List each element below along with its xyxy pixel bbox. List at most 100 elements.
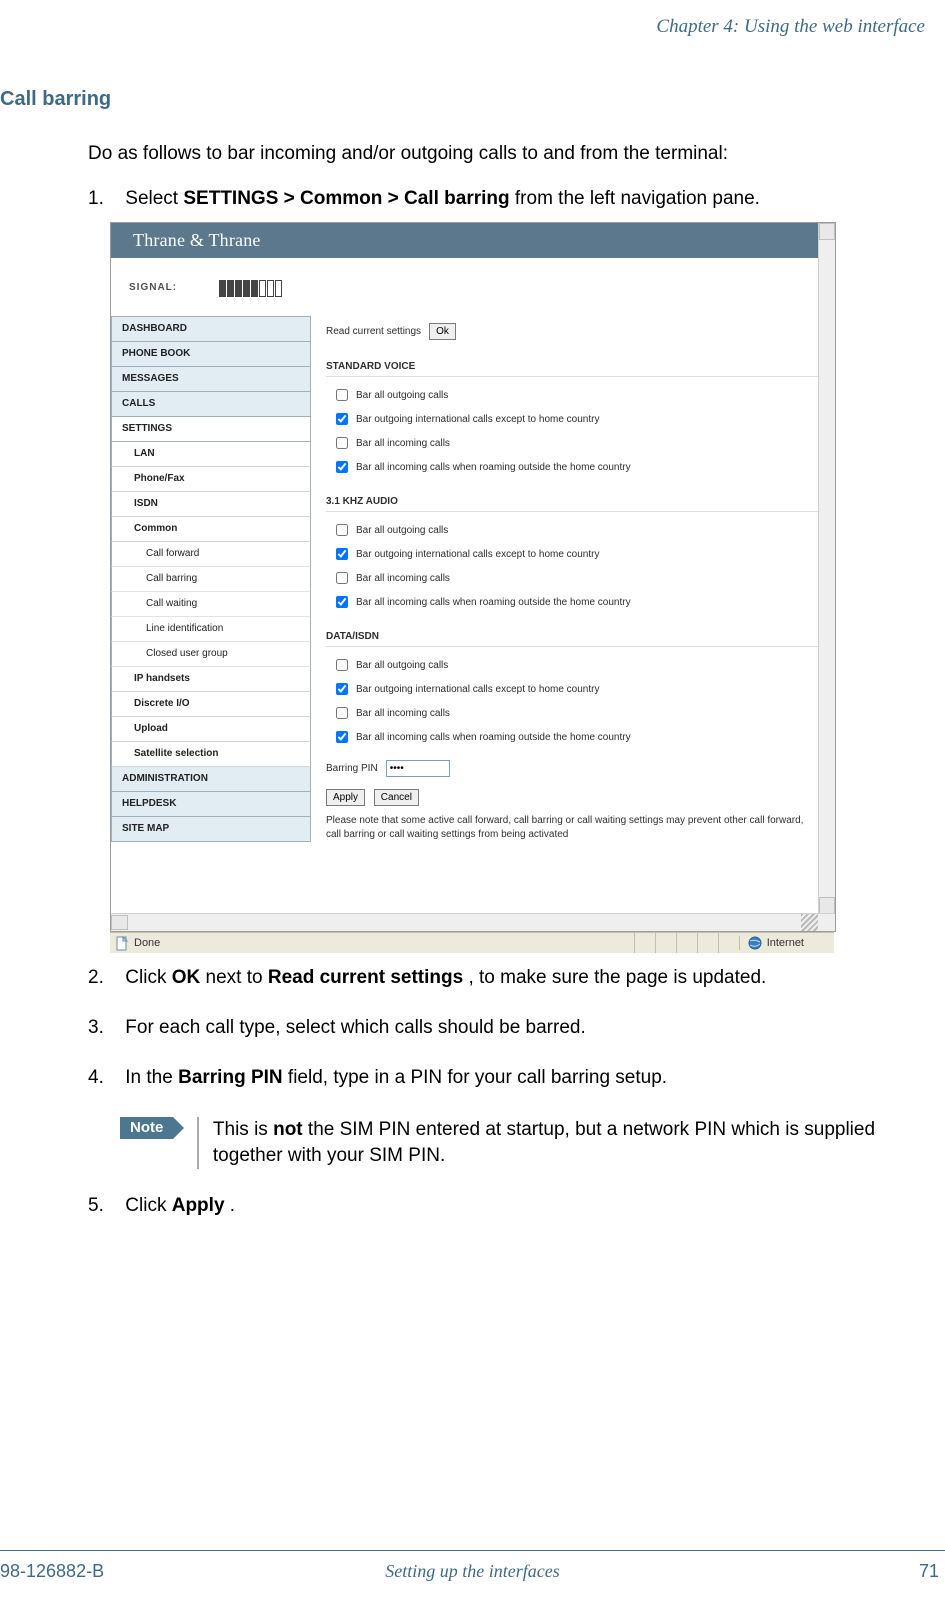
status-zone: Internet [767,937,804,949]
nav-call-barring[interactable]: Call barring [111,567,311,592]
sv-bar-incoming[interactable] [336,437,348,449]
settings-pane: Read current settings Ok STANDARD VOICE … [326,318,818,899]
scroll-down-button[interactable] [819,897,835,914]
sv-bar-intl[interactable] [336,413,348,425]
signal-row: SIGNAL: [111,278,818,302]
nav-calls[interactable]: CALLS [111,392,311,417]
nav-satellite-selection[interactable]: Satellite selection [111,742,311,767]
status-done: Done [134,937,160,949]
browser-statusbar: Done Internet [110,932,834,953]
di-bar-outgoing[interactable] [336,659,348,671]
signal-bar-icon [251,280,258,297]
pane-note: Please note that some active call forwar… [326,814,818,842]
step-1-pre: Select [125,188,183,209]
section-audio: 3.1 KHZ AUDIO [326,493,818,512]
step-5-apply: Apply [172,1195,225,1216]
di-bar-incoming[interactable] [336,707,348,719]
di-bar-intl[interactable] [336,683,348,695]
signal-label: SIGNAL: [129,282,177,293]
step-2: 2. Click OK next to Read current setting… [88,967,919,989]
nav-administration[interactable]: ADMINISTRATION [111,767,311,792]
au-bar-intl-label: Bar outgoing international calls except … [356,549,599,560]
nav-isdn[interactable]: ISDN [111,492,311,517]
nav-upload[interactable]: Upload [111,717,311,742]
note-badge: Note [120,1117,173,1139]
step-1-number: 1. [88,188,120,210]
read-current-label: Read current settings [326,326,421,337]
step-2-pre: Click [125,967,171,988]
step-1: 1. Select SETTINGS > Common > Call barri… [88,188,919,210]
section-standard-voice: STANDARD VOICE [326,358,818,377]
au-bar-intl[interactable] [336,548,348,560]
nav-phonefax[interactable]: Phone/Fax [111,467,311,492]
scroll-up-button[interactable] [819,223,835,240]
nav-messages[interactable]: MESSAGES [111,367,311,392]
sv-bar-outgoing-label: Bar all outgoing calls [356,390,448,401]
step-2-read: Read current settings [268,967,463,988]
apply-button[interactable]: Apply [326,789,365,806]
ok-button[interactable]: Ok [429,323,456,340]
step-4-field: Barring PIN [178,1067,283,1088]
signal-bar-icon [259,280,266,297]
vertical-scrollbar[interactable] [818,223,835,914]
nav-line-identification[interactable]: Line identification [111,617,311,642]
step-4-number: 4. [88,1067,120,1089]
nav-ip-handsets[interactable]: IP handsets [111,667,311,692]
nav-discrete-io[interactable]: Discrete I/O [111,692,311,717]
di-bar-roaming-label: Bar all incoming calls when roaming outs… [356,732,631,743]
nav-closed-user-group[interactable]: Closed user group [111,642,311,667]
nav-dashboard[interactable]: DASHBOARD [111,316,311,342]
sv-bar-roaming[interactable] [336,461,348,473]
intro-text: Do as follows to bar incoming and/or out… [88,140,919,168]
step-5: 5. Click Apply . [88,1195,919,1217]
signal-bar-icon [235,280,242,297]
di-bar-intl-label: Bar outgoing international calls except … [356,684,599,695]
sv-bar-intl-label: Bar outgoing international calls except … [356,414,599,425]
au-bar-incoming-label: Bar all incoming calls [356,573,450,584]
left-nav: DASHBOARD PHONE BOOK MESSAGES CALLS SETT… [111,316,311,842]
note-box: Note This is not the SIM PIN entered at … [120,1117,919,1169]
signal-bar-icon [275,280,282,297]
nav-phonebook[interactable]: PHONE BOOK [111,342,311,367]
au-bar-outgoing[interactable] [336,524,348,536]
step-4-pre: In the [125,1067,178,1088]
nav-common[interactable]: Common [111,517,311,542]
au-bar-roaming[interactable] [336,596,348,608]
step-3-number: 3. [88,1017,120,1039]
nav-call-waiting[interactable]: Call waiting [111,592,311,617]
nav-helpdesk[interactable]: HELPDESK [111,792,311,817]
barring-pin-label: Barring PIN [326,763,378,774]
di-bar-roaming[interactable] [336,731,348,743]
cancel-button[interactable]: Cancel [374,789,419,806]
step-1-path: SETTINGS > Common > Call barring [183,188,509,209]
nav-lan[interactable]: LAN [111,442,311,467]
scroll-left-button[interactable] [111,915,128,930]
nav-sitemap[interactable]: SITE MAP [111,817,311,842]
nav-call-forward[interactable]: Call forward [111,542,311,567]
step-5-pre: Click [125,1195,171,1216]
signal-bar-icon [243,280,250,297]
step-2-ok: OK [172,967,201,988]
au-bar-incoming[interactable] [336,572,348,584]
sv-bar-incoming-label: Bar all incoming calls [356,438,450,449]
note-post: the SIM PIN entered at startup, but a ne… [213,1119,875,1166]
barring-pin-input[interactable] [386,760,450,777]
sv-bar-roaming-label: Bar all incoming calls when roaming outs… [356,462,631,473]
footer-page: 71 [919,1561,939,1582]
resize-grip-icon[interactable] [801,914,818,931]
step-1-post: from the left navigation pane. [515,188,760,209]
step-4: 4. In the Barring PIN field, type in a P… [88,1067,919,1089]
footer-section: Setting up the interfaces [0,1561,945,1582]
footer-docnum: 98-126882-B [0,1561,104,1582]
nav-settings[interactable]: SETTINGS [111,417,311,442]
horizontal-scrollbar[interactable] [111,913,835,931]
brand-logo: Thrane & Thrane [111,223,818,258]
app-topbar: Thrane & Thrane [111,223,818,258]
screenshot: Thrane & Thrane SIGNAL: DASHBOARD PHONE … [110,222,834,942]
au-bar-outgoing-label: Bar all outgoing calls [356,525,448,536]
au-bar-roaming-label: Bar all incoming calls when roaming outs… [356,597,631,608]
note-pre: This is [213,1119,273,1140]
note-bold: not [273,1119,303,1140]
sv-bar-outgoing[interactable] [336,389,348,401]
step-4-post: field, type in a PIN for your call barri… [288,1067,667,1088]
